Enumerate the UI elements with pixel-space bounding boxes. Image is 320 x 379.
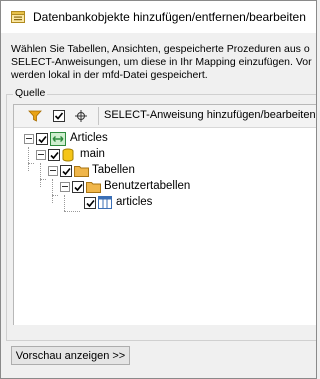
folder-icon [74,164,89,180]
filter-icon[interactable] [28,109,42,123]
tree-node-articles-db[interactable]: Articles [14,131,314,147]
dialog-window: Datenbankobjekte hinzufügen/entfernen/be… [0,0,317,379]
node-checkbox[interactable] [36,133,48,145]
node-checkbox[interactable] [72,181,84,193]
show-preview-button[interactable]: Vorschau anzeigen >> [11,346,130,365]
toolbar-separator [98,107,99,125]
add-select-statement-button[interactable]: SELECT-Anweisung hinzufügen/bearbeiten [104,109,316,121]
crosshair-icon[interactable] [74,109,88,123]
collapse-toggle[interactable] [48,166,58,176]
node-label: Articles [70,132,108,144]
source-group-label: Quelle [13,87,48,99]
node-label: Tabellen [92,164,135,176]
tree-connector [64,211,80,213]
intro-line-3: werden lokal in der mfd-Datei gespeicher… [11,69,208,81]
node-label: main [80,148,105,160]
source-toolbar: SELECT-Anweisung hinzufügen/bearbeiten [14,105,316,128]
collapse-toggle[interactable] [60,182,70,192]
node-checkbox[interactable] [48,149,60,161]
checkmark-icon[interactable] [52,109,66,123]
collapse-toggle[interactable] [24,134,34,144]
intro-text: Wählen Sie Tabellen, Ansichten, gespeich… [11,43,316,82]
node-label: Benutzertabellen [104,180,191,192]
title-bar: Datenbankobjekte hinzufügen/entfernen/be… [1,1,316,33]
table-icon [98,196,112,212]
node-label: articles [116,196,153,208]
database-dialog-icon [11,10,27,24]
tree-node-tables-folder[interactable]: Tabellen [14,163,314,179]
tree-node-main-schema[interactable]: main [14,147,314,163]
window-title: Datenbankobjekte hinzufügen/entfernen/be… [33,10,306,24]
source-panel: SELECT-Anweisung hinzufügen/bearbeiten A… [13,104,316,325]
folder-icon [86,180,101,196]
node-checkbox[interactable] [60,165,72,177]
tree-node-articles-table[interactable]: articles [14,195,314,211]
collapse-toggle[interactable] [36,150,46,160]
node-checkbox[interactable] [84,197,96,209]
intro-line-1: Wählen Sie Tabellen, Ansichten, gespeich… [11,43,310,55]
database-object-tree: Articles main Tabellen Benutzertabellen … [14,131,316,321]
tree-node-user-tables-folder[interactable]: Benutzertabellen [14,179,314,195]
intro-line-2: SELECT-Anweisungen, um diese in Ihr Mapp… [11,56,312,68]
